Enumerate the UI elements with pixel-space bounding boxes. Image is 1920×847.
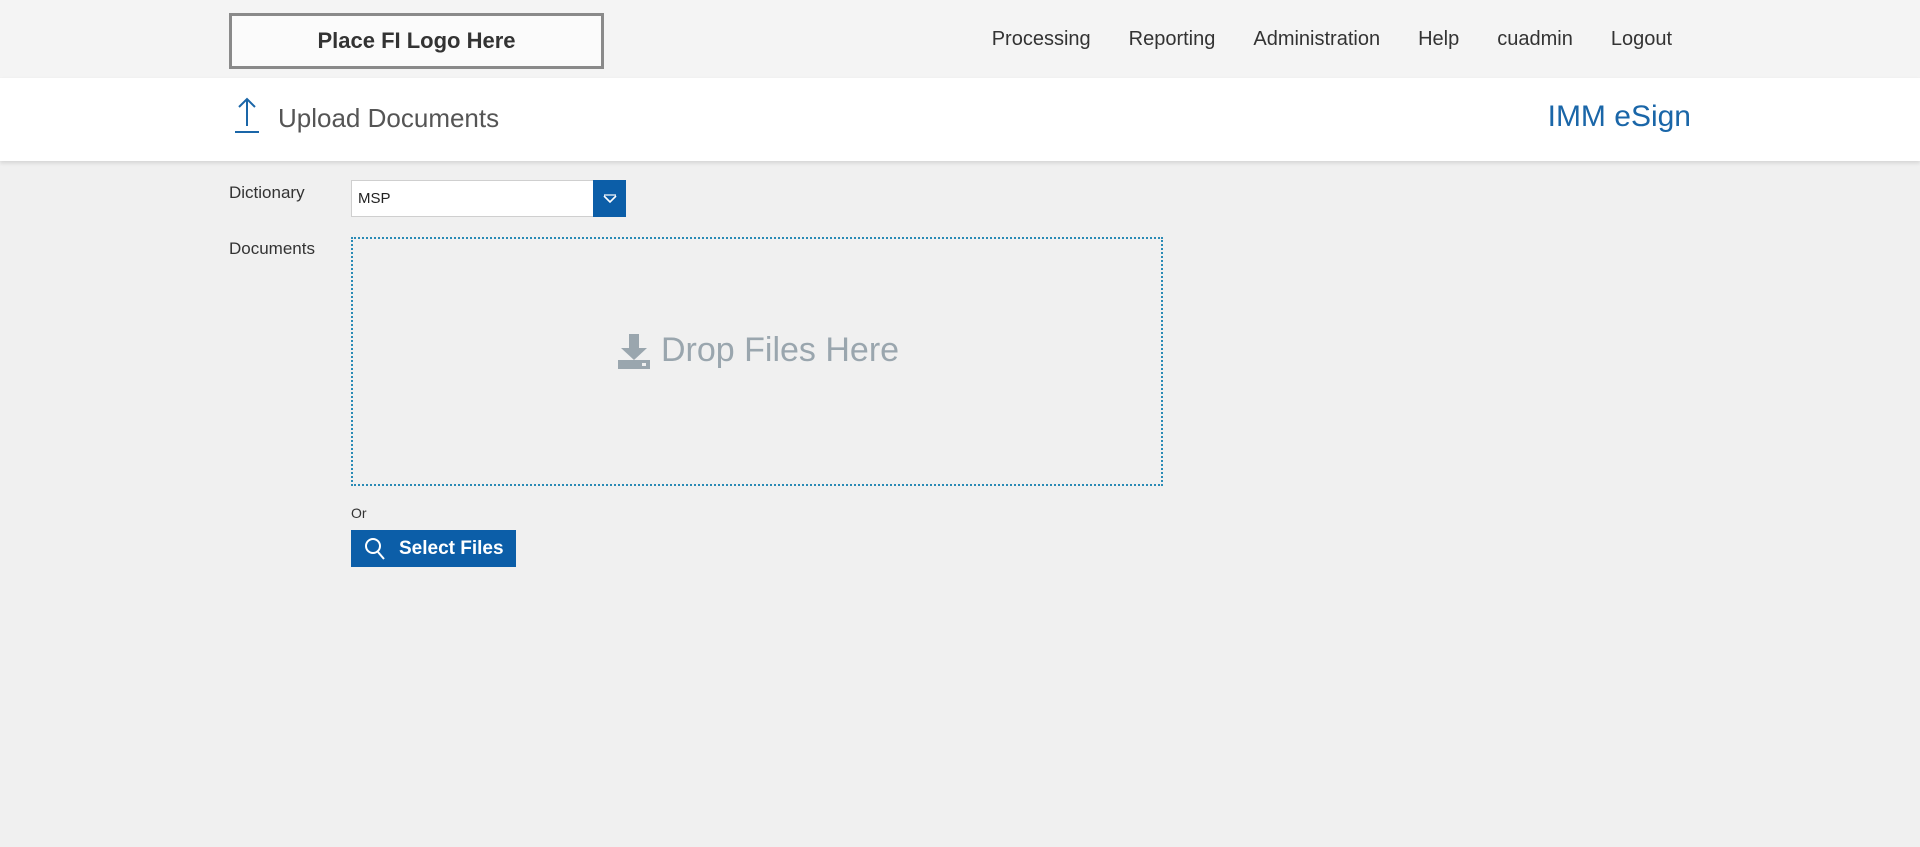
- main-nav: Processing Reporting Administration Help…: [992, 28, 1672, 51]
- drop-files-text: Drop Files Here: [661, 331, 900, 369]
- top-header: Place FI Logo Here Processing Reporting …: [0, 0, 1920, 78]
- or-text: Or: [351, 505, 367, 521]
- dictionary-select[interactable]: MSP: [351, 180, 626, 217]
- dropzone-content: Drop Files Here: [617, 331, 899, 370]
- download-tray-icon: [618, 333, 650, 369]
- file-dropzone[interactable]: Drop Files Here: [351, 237, 1163, 486]
- page-title: Upload Documents: [278, 103, 500, 133]
- nav-administration[interactable]: Administration: [1253, 28, 1380, 51]
- dictionary-label: Dictionary: [229, 183, 305, 202]
- nav-reporting[interactable]: Reporting: [1129, 28, 1216, 51]
- nav-user[interactable]: cuadmin: [1497, 28, 1573, 51]
- brand-name: IMM eSign: [1547, 100, 1691, 133]
- chevron-down-icon: [602, 193, 617, 203]
- dropdown-toggle[interactable]: [593, 180, 626, 217]
- select-files-button[interactable]: Select Files: [351, 530, 516, 567]
- nav-processing[interactable]: Processing: [992, 28, 1091, 51]
- nav-logout[interactable]: Logout: [1611, 28, 1672, 51]
- select-files-label: Select Files: [399, 537, 504, 559]
- search-icon: [365, 537, 385, 560]
- nav-help[interactable]: Help: [1418, 28, 1459, 51]
- logo-placeholder: Place FI Logo Here: [229, 13, 604, 69]
- upload-arrow-icon: [235, 97, 259, 133]
- logo-text: Place FI Logo Here: [317, 28, 516, 53]
- dictionary-value: MSP: [358, 190, 391, 207]
- documents-label: Documents: [229, 239, 315, 258]
